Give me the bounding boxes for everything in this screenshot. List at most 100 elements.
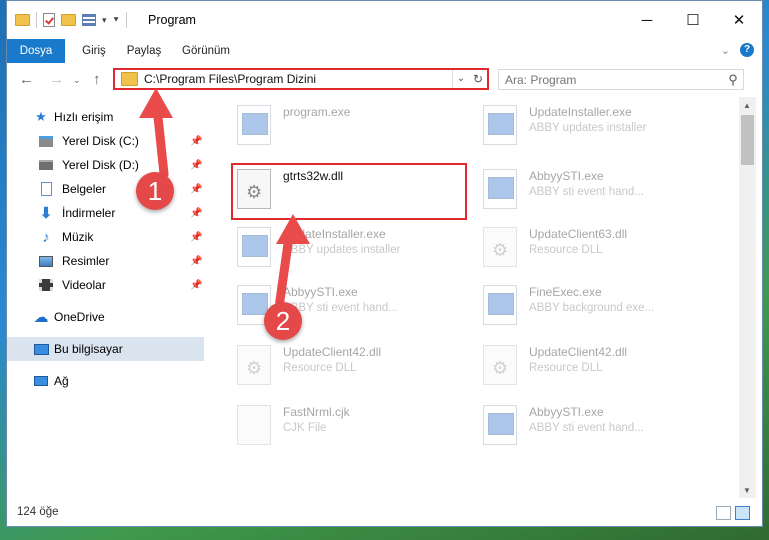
exe-file-icon	[483, 169, 517, 209]
sidebar-item-downloads[interactable]: ⬇ İndirmeler 📌	[7, 201, 204, 225]
annotation-badge-1: 1	[136, 172, 174, 210]
close-button[interactable]: ✕	[716, 1, 762, 39]
file-item[interactable]: FastNrml.cjk CJK File	[235, 403, 475, 449]
sidebar-item-onedrive[interactable]: ☁ OneDrive	[7, 305, 204, 329]
file-item[interactable]: ⚙ UpdateClient42.dll Resource DLL	[481, 343, 721, 389]
sidebar-item-label: Hızlı erişim	[54, 110, 114, 124]
sidebar-item-this-pc[interactable]: Bu bilgisayar	[7, 337, 204, 361]
scrollbar-thumb[interactable]	[741, 115, 754, 165]
toolbar-separator	[125, 12, 127, 28]
file-name: FastNrml.cjk	[283, 405, 350, 419]
sidebar-item-music[interactable]: ♪ Müzik 📌	[7, 225, 204, 249]
file-name: gtrts32w.dll	[283, 169, 344, 183]
annotation-badge-2: 2	[264, 302, 302, 340]
file-item[interactable]: FineExec.exe ABBY background exe...	[481, 283, 721, 329]
file-item[interactable]: AbbyySTI.exe ABBY sti event hand...	[481, 403, 721, 449]
ribbon-tabs: Dosya Giriş Paylaş Görünüm ⌄ ?	[7, 39, 762, 64]
back-arrow-icon[interactable]: ←	[19, 71, 34, 88]
sidebar-item-label: Bu bilgisayar	[54, 342, 123, 356]
file-item[interactable]: AbbyySTI.exe ABBY sti event hand...	[481, 167, 721, 213]
chevron-down-icon[interactable]: ⌄	[452, 70, 469, 88]
large-icons-view-icon[interactable]	[735, 506, 750, 520]
maximize-button[interactable]: ☐	[670, 1, 716, 39]
address-bar[interactable]: C:\Program Files\Program Dizini ⌄ ↻	[113, 68, 489, 90]
drive-icon	[38, 134, 54, 148]
pin-icon[interactable]: 📌	[190, 136, 202, 147]
file-name: UpdateClient63.dll	[529, 227, 628, 241]
file-name: program.exe	[283, 105, 351, 119]
music-icon: ♪	[42, 228, 50, 246]
file-item[interactable]: UpdateInstaller.exe ABBY updates installe…	[235, 225, 475, 271]
exe-file-icon	[483, 285, 517, 325]
properties-icon[interactable]	[82, 14, 96, 26]
refresh-icon[interactable]: ↻	[469, 72, 487, 86]
up-arrow-icon[interactable]: ↑	[93, 71, 101, 88]
search-icon[interactable]: ⚲	[723, 72, 743, 88]
chevron-down-icon[interactable]: ⌄	[721, 44, 730, 57]
file-item[interactable]: ⚙ UpdateClient42.dll Resource DLL	[235, 343, 475, 389]
search-box[interactable]: ⚲	[498, 69, 744, 90]
pin-icon[interactable]: 📌	[190, 280, 202, 291]
tab-view[interactable]: Görünüm	[175, 39, 237, 63]
recent-locations-icon[interactable]: ⌄	[73, 75, 81, 86]
sidebar-item-label: Ağ	[54, 374, 69, 388]
vertical-scrollbar[interactable]: ▲ ▼	[739, 97, 756, 498]
file-description: ABBY sti event hand...	[529, 422, 644, 434]
folder-icon[interactable]	[15, 14, 30, 26]
file-description: CJK File	[283, 422, 327, 434]
sidebar-item-label: Resimler	[62, 254, 110, 268]
customize-toolbar-icon[interactable]: ⯆	[113, 15, 120, 26]
scroll-down-icon[interactable]: ▼	[743, 486, 751, 495]
documents-icon	[38, 182, 54, 196]
pin-icon[interactable]: 📌	[190, 232, 202, 243]
properties-check-icon[interactable]	[43, 13, 55, 27]
pictures-icon	[38, 254, 54, 268]
document-file-icon	[237, 405, 271, 445]
tab-home[interactable]: Giriş	[73, 39, 115, 63]
sidebar-item-videos[interactable]: Videolar 📌	[7, 273, 204, 297]
sidebar-item-label: Belgeler	[62, 182, 107, 196]
sidebar-item-local-disk-d[interactable]: Yerel Disk (D:) 📌	[7, 153, 204, 177]
file-description: ABBY updates installer	[283, 244, 401, 256]
pin-icon[interactable]: 📌	[190, 256, 202, 267]
tab-file[interactable]: Dosya	[7, 39, 65, 63]
file-name: UpdateClient42.dll	[529, 345, 628, 359]
new-folder-icon[interactable]	[61, 14, 76, 26]
sidebar-item-quick-access[interactable]: ★ Hızlı erişim	[7, 105, 204, 129]
sidebar-item-pictures[interactable]: Resimler 📌	[7, 249, 204, 273]
help-icon[interactable]: ?	[740, 43, 754, 57]
forward-arrow-icon[interactable]: →	[49, 71, 64, 88]
exe-file-icon	[237, 105, 271, 145]
sidebar-item-local-disk-c[interactable]: Yerel Disk (C:) 📌	[7, 129, 204, 153]
sidebar-item-network[interactable]: Ağ	[7, 369, 204, 393]
details-view-icon[interactable]	[716, 506, 731, 520]
scroll-up-icon[interactable]: ▲	[743, 101, 751, 110]
file-name: FineExec.exe	[529, 285, 602, 299]
gear-icon: ⚙	[246, 358, 263, 378]
tab-share[interactable]: Paylaş	[121, 39, 167, 63]
title-bar: ▾ ⯆ Program ─ ☐ ✕	[7, 1, 762, 39]
sidebar-item-documents[interactable]: Belgeler 📌	[7, 177, 204, 201]
pin-icon[interactable]: 📌	[190, 160, 202, 171]
drive-icon	[38, 158, 54, 172]
file-description: ABBY background exe...	[529, 302, 655, 314]
minimize-button[interactable]: ─	[624, 1, 670, 39]
pin-icon[interactable]: 📌	[190, 184, 202, 195]
address-path[interactable]: C:\Program Files\Program Dizini	[144, 72, 452, 86]
pin-icon[interactable]: 📌	[190, 208, 202, 219]
sidebar-item-label: OneDrive	[54, 310, 105, 324]
sidebar-item-label: Müzik	[62, 230, 94, 244]
file-item[interactable]: ⚙ UpdateClient63.dll Resource DLL	[481, 225, 721, 271]
arrow-head	[139, 88, 173, 118]
file-item[interactable]: UpdateInstaller.exe ABBY updates installe…	[481, 103, 721, 149]
arrow-head	[276, 214, 310, 244]
file-item[interactable]: program.exe	[235, 103, 475, 149]
file-item[interactable]: ⚙ gtrts32w.dll	[235, 167, 475, 213]
file-description: ABBY updates installer	[529, 122, 647, 134]
cloud-icon: ☁	[33, 309, 49, 326]
chevron-down-icon[interactable]: ▾	[102, 15, 107, 26]
search-input[interactable]	[499, 71, 723, 88]
item-count: 124 öğe	[17, 506, 59, 518]
dll-file-icon: ⚙	[483, 227, 517, 267]
exe-file-icon	[483, 105, 517, 145]
